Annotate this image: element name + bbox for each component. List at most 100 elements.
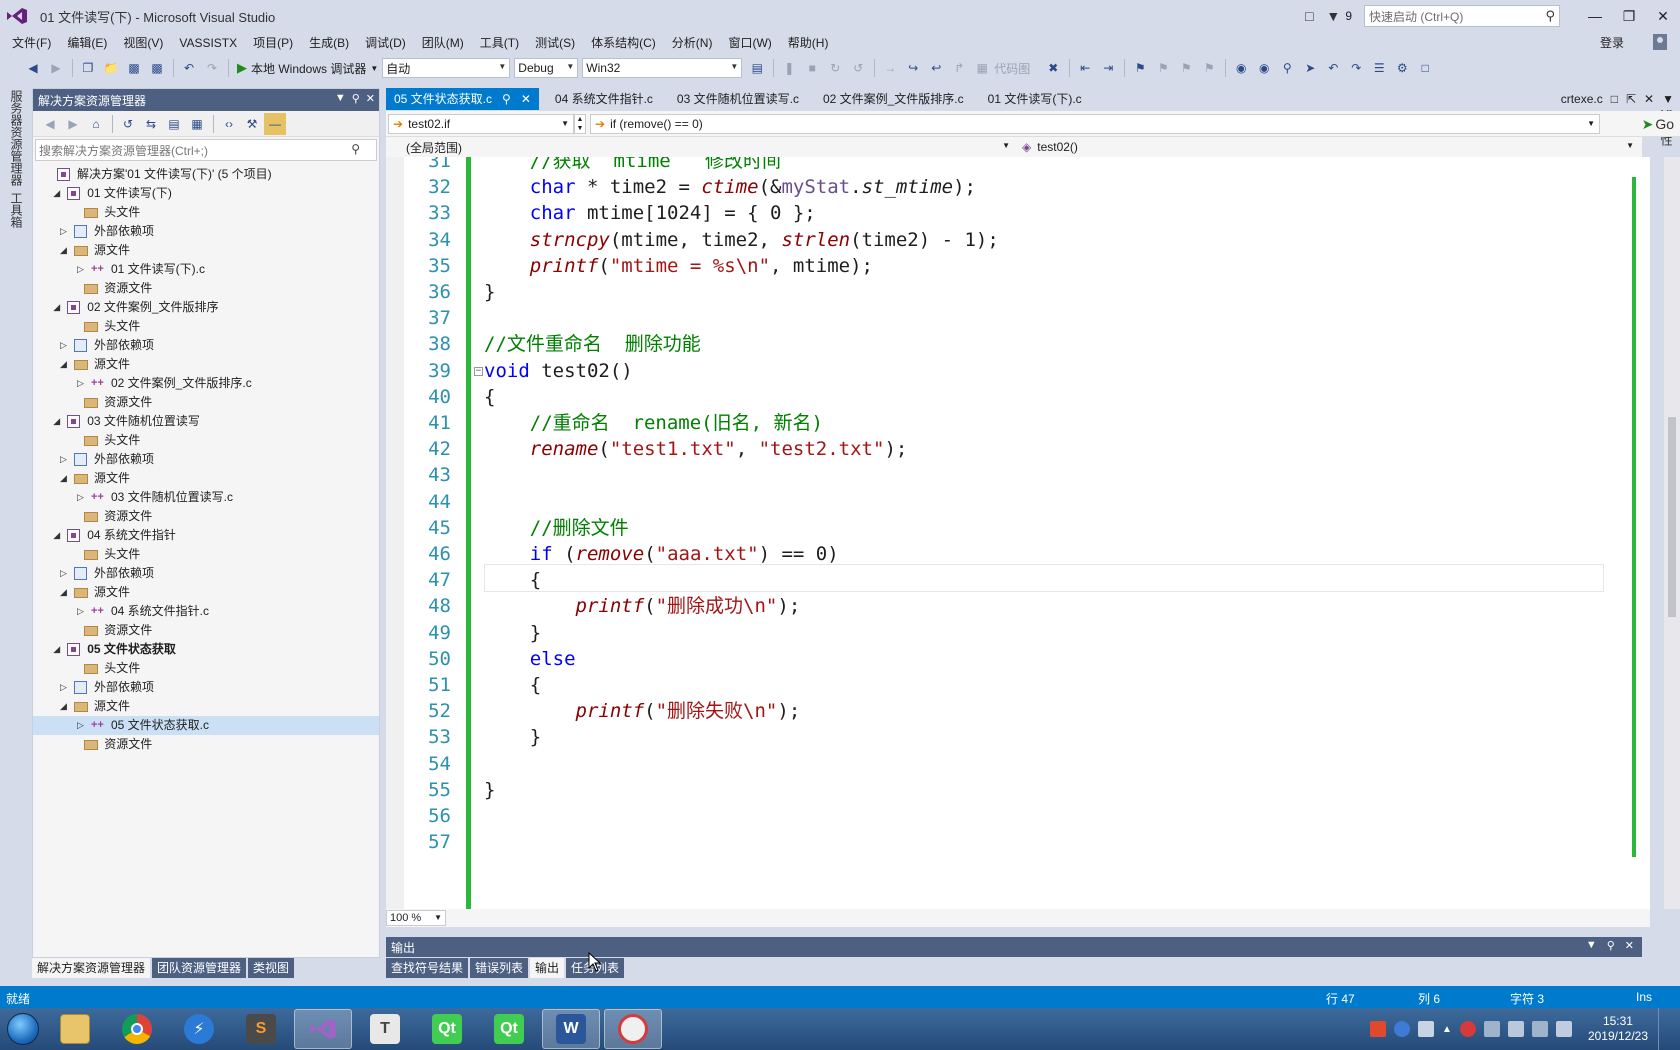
code-line[interactable]: 46 if (remove("aaa.txt") == 0) <box>386 540 1626 568</box>
menu-build[interactable]: 生成(B) <box>301 32 357 54</box>
collapse-arrow-icon[interactable]: ◢ <box>53 640 63 659</box>
expand-arrow-icon[interactable]: ▷ <box>77 488 87 507</box>
folder-sources[interactable]: ◢ 源文件 <box>33 241 379 260</box>
collapse-arrow-icon[interactable]: ◢ <box>53 184 63 203</box>
vassistx-options-icon[interactable]: □ <box>1414 57 1436 79</box>
sogou-input-icon[interactable] <box>1370 1021 1387 1037</box>
taskbar-visual-studio[interactable] <box>294 1009 352 1049</box>
auto-combo[interactable]: 自动 ▼ <box>382 58 511 78</box>
tab-find-symbol-results[interactable]: 查找符号结果 <box>386 958 469 978</box>
code-map-label[interactable]: 代码图 <box>994 60 1030 77</box>
expand-arrow-icon[interactable]: ▷ <box>77 374 87 393</box>
source-file[interactable]: ▷ ++ 05 文件状态获取.c <box>33 716 379 735</box>
step-into-icon[interactable]: ↪ <box>902 57 924 79</box>
collapse-arrow-icon[interactable]: ◢ <box>60 583 70 602</box>
expand-arrow-icon[interactable]: ▷ <box>60 564 70 583</box>
tab-error-list[interactable]: 错误列表 <box>470 958 529 978</box>
redo-icon[interactable]: ↷ <box>201 57 223 79</box>
system-clock[interactable]: 15:31 2019/12/23 <box>1588 1014 1648 1044</box>
show-hidden-icons-icon[interactable]: ▲ <box>1442 1024 1452 1035</box>
step-out-icon[interactable]: ↱ <box>948 57 970 79</box>
code-line[interactable]: 40 { <box>386 383 1626 411</box>
folder-resources[interactable]: 资源文件 <box>33 393 379 412</box>
expand-arrow-icon[interactable]: ▷ <box>77 602 87 621</box>
close-tab-icon[interactable]: ✕ <box>521 88 531 110</box>
taskbar-sublime[interactable]: S <box>232 1009 290 1049</box>
code-line[interactable]: 32 char * time2 = ctime(&myStat.st_mtime… <box>386 173 1626 201</box>
folder-headers[interactable]: 头文件 <box>33 203 379 222</box>
code-line[interactable]: 55} <box>386 776 1626 804</box>
code-line[interactable]: 53 } <box>386 723 1626 751</box>
forward-icon[interactable]: ▶ <box>62 113 84 135</box>
new-project-icon[interactable]: ❐ <box>77 57 99 79</box>
home-icon[interactable]: ⌂ <box>85 113 107 135</box>
expand-arrow-icon[interactable]: ▷ <box>60 222 70 241</box>
menu-file[interactable]: 文件(F) <box>4 32 59 54</box>
source-file[interactable]: ▷ ++ 03 文件随机位置读写.c <box>33 488 379 507</box>
save-icon[interactable]: ▩ <box>123 57 145 79</box>
folder-resources[interactable]: 资源文件 <box>33 621 379 640</box>
tab-file-01[interactable]: 01 文件读写(下).c <box>980 88 1090 110</box>
code-line[interactable]: 37 <box>386 304 1626 332</box>
start-button[interactable] <box>0 1008 46 1050</box>
folder-headers[interactable]: 头文件 <box>33 545 379 564</box>
project-node[interactable]: ◢ 04 系统文件指针 <box>33 526 379 545</box>
code-line[interactable]: 43 <box>386 461 1626 489</box>
keyboard-icon[interactable] <box>1418 1021 1435 1037</box>
code-line[interactable]: 54 <box>386 750 1626 778</box>
bookmark-icon[interactable]: ⚑ <box>1129 57 1151 79</box>
collapse-arrow-icon[interactable]: ◢ <box>60 469 70 488</box>
external-dependencies[interactable]: ▷ 外部依赖项 <box>33 222 379 241</box>
notifications-flag-icon[interactable]: ▼ <box>1321 4 1345 28</box>
vassistx-goto-icon[interactable]: ➤ <box>1299 57 1321 79</box>
show-all-files-icon[interactable]: ▦ <box>186 113 208 135</box>
tab-list-dropdown-icon[interactable]: ▼ <box>1662 92 1674 106</box>
promote-tab-icon[interactable]: ⇱ <box>1626 92 1636 106</box>
folder-sources[interactable]: ◢ 源文件 <box>33 697 379 716</box>
sync-icon[interactable]: ⇆ <box>140 113 162 135</box>
tab-file-05[interactable]: 05 文件状态获取.c ⚲ ✕ <box>386 88 539 110</box>
feedback-icon[interactable]: □ <box>1297 4 1321 28</box>
go-button[interactable]: ➤ Go <box>1642 113 1674 135</box>
history-icon[interactable]: ↺ <box>117 113 139 135</box>
collapse-arrow-icon[interactable]: ◢ <box>60 241 70 260</box>
expand-arrow-icon[interactable]: ▷ <box>60 678 70 697</box>
taskbar-word[interactable]: W <box>542 1009 600 1049</box>
help-icon[interactable] <box>1394 1021 1411 1037</box>
menu-project[interactable]: 项目(P) <box>245 32 301 54</box>
navigate-forward-icon[interactable]: ▶ <box>45 57 67 79</box>
pin-icon[interactable]: ⚲ <box>352 92 360 105</box>
tab-output[interactable]: 输出 <box>530 958 565 978</box>
project-node[interactable]: ◢ 02 文件案例_文件版排序 <box>33 298 379 317</box>
code-line[interactable]: 42 rename("test1.txt", "test2.txt"); <box>386 435 1626 463</box>
menu-edit[interactable]: 编辑(E) <box>59 32 115 54</box>
menu-tools[interactable]: 工具(T) <box>472 32 527 54</box>
stop-icon[interactable]: ■ <box>801 57 823 79</box>
project-scope-combo[interactable]: (全局范围) ▼ <box>386 137 1014 157</box>
folder-headers[interactable]: 头文件 <box>33 659 379 678</box>
folder-sources[interactable]: ◢ 源文件 <box>33 469 379 488</box>
taskbar-recorder[interactable] <box>604 1009 662 1049</box>
collapse-arrow-icon[interactable]: ◢ <box>53 526 63 545</box>
clear-bookmarks-icon[interactable]: ⚑ <box>1198 57 1220 79</box>
start-debugging-button[interactable]: ▶ 本地 Windows 调试器 ▼ <box>233 57 382 79</box>
taskbar-qt-creator[interactable]: Qt <box>418 1009 476 1049</box>
taskbar-qt-designer[interactable]: Qt <box>480 1009 538 1049</box>
properties-wrench-icon[interactable]: ⚒ <box>241 113 263 135</box>
code-line[interactable]: 56 <box>386 802 1626 830</box>
expand-arrow-icon[interactable]: ▷ <box>60 336 70 355</box>
vassistx-find-references-icon[interactable]: ⚲ <box>1276 57 1298 79</box>
show-next-statement-icon[interactable]: → <box>879 57 901 79</box>
project-node[interactable]: ◢ 03 文件随机位置读写 <box>33 412 379 431</box>
source-file[interactable]: ▷ ++ 04 系统文件指针.c <box>33 602 379 621</box>
code-line[interactable]: 33 char mtime[1024] = { 0 }; <box>386 199 1626 227</box>
vassistx-forward-icon[interactable]: ↷ <box>1345 57 1367 79</box>
outdent-icon[interactable]: ⇤ <box>1074 57 1096 79</box>
navigate-back-icon[interactable]: ◀ <box>22 57 44 79</box>
preview-selected-icon[interactable]: — <box>264 112 286 135</box>
code-line[interactable]: 38 //文件重命名 删除功能 <box>386 330 1626 358</box>
server-explorer-tab[interactable]: 服务器资源管理器 <box>8 90 25 186</box>
collapse-arrow-icon[interactable]: ◢ <box>53 298 63 317</box>
menu-view[interactable]: 视图(V) <box>115 32 171 54</box>
code-line[interactable]: 47 { <box>386 566 1626 594</box>
